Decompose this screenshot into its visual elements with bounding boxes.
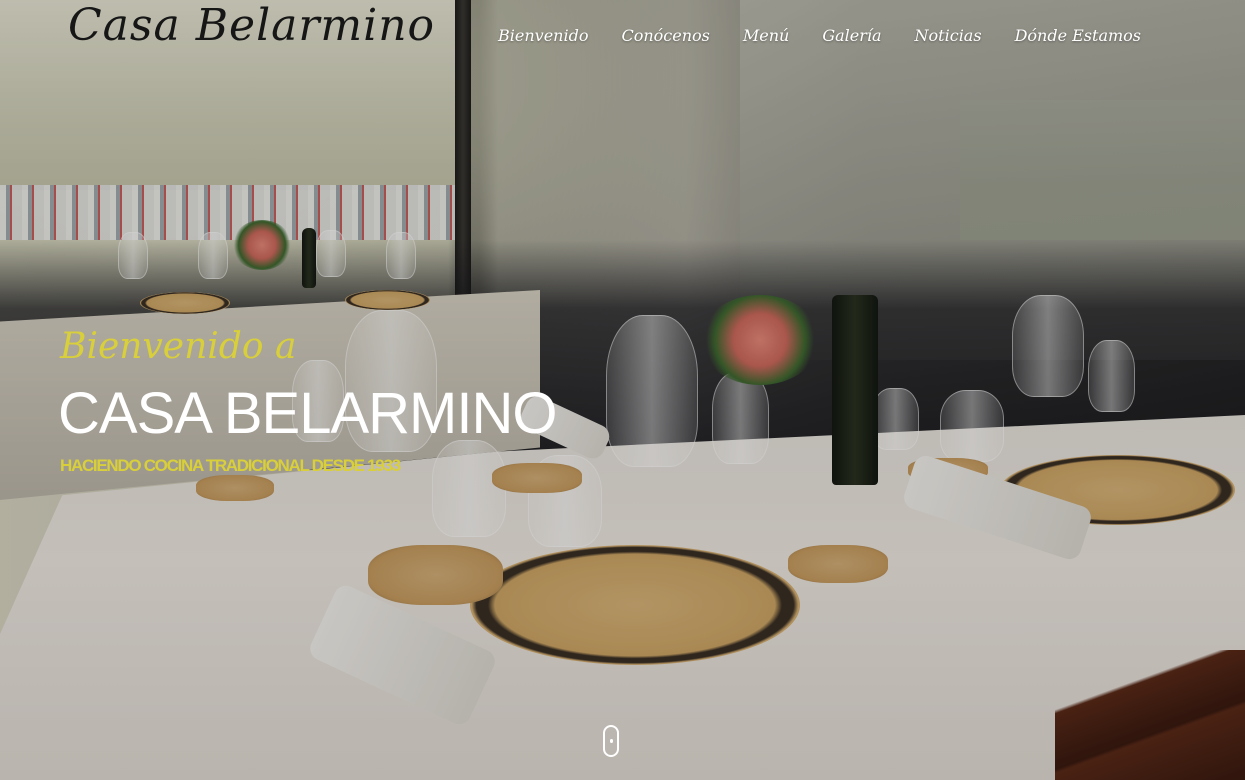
hero-welcome: Bienvenido a <box>60 326 297 367</box>
mouse-scroll-icon[interactable] <box>603 725 619 757</box>
nav-item-conocenos[interactable]: Conócenos <box>621 26 709 45</box>
nav-item-donde-estamos[interactable]: Dónde Estamos <box>1015 26 1141 45</box>
site-logo[interactable]: Casa Belarmino <box>68 0 435 51</box>
nav-item-bienvenido[interactable]: Bienvenido <box>498 26 588 45</box>
nav-item-menu[interactable]: Menú <box>743 26 789 45</box>
main-nav: Bienvenido Conócenos Menú Galería Notici… <box>498 26 1141 45</box>
hero-subtitle: HACIENDO COCINA TRADICIONAL DESDE 1933 <box>60 456 401 475</box>
nav-item-galeria[interactable]: Galería <box>822 26 881 45</box>
hero-section: Casa Belarmino Bienvenido Conócenos Menú… <box>0 0 1245 780</box>
hero-title: CASA BELARMINO <box>58 381 557 446</box>
scroll-dot <box>610 739 613 743</box>
nav-item-noticias[interactable]: Noticias <box>915 26 982 45</box>
